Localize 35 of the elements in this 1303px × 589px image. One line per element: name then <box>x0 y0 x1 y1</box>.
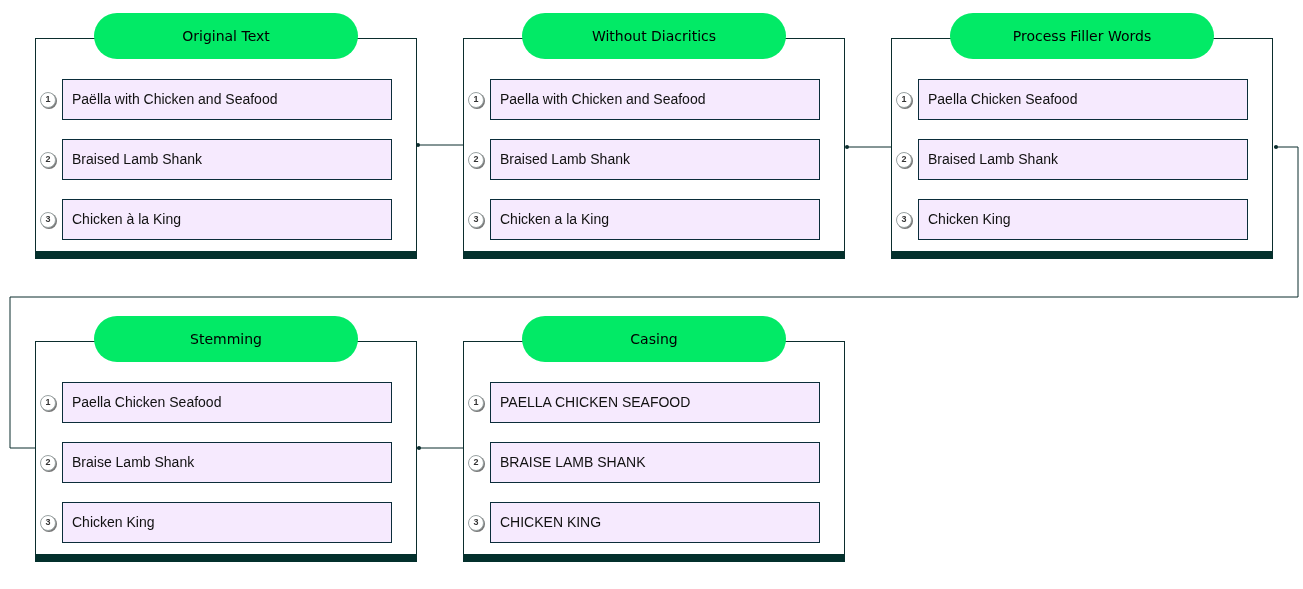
text-entry: Chicken King <box>918 199 1248 240</box>
text-entry: Paëlla with Chicken and Seafood <box>62 79 392 120</box>
number-badge: 1 <box>40 394 56 411</box>
number-badge: 3 <box>468 211 484 228</box>
stage-title: Original Text <box>94 13 358 59</box>
number-badge: 2 <box>896 151 912 168</box>
number-badge: 3 <box>40 514 56 531</box>
text-entry: Paella with Chicken and Seafood <box>490 79 820 120</box>
number-badge: 2 <box>468 151 484 168</box>
number-badge: 3 <box>468 514 484 531</box>
text-entry: Chicken a la King <box>490 199 820 240</box>
stage-title: Stemming <box>94 316 358 362</box>
text-entry: Braised Lamb Shank <box>62 139 392 180</box>
number-badge: 2 <box>40 151 56 168</box>
text-entry: Paella Chicken Seafood <box>62 382 392 423</box>
text-entry: CHICKEN KING <box>490 502 820 543</box>
number-badge: 2 <box>468 454 484 471</box>
text-entry: Braised Lamb Shank <box>918 139 1248 180</box>
text-entry: Chicken à la King <box>62 199 392 240</box>
stage-title: Casing <box>522 316 786 362</box>
number-badge: 1 <box>896 91 912 108</box>
stage-title: Without Diacritics <box>522 13 786 59</box>
number-badge: 3 <box>896 211 912 228</box>
text-entry: Braise Lamb Shank <box>62 442 392 483</box>
text-entry: Braised Lamb Shank <box>490 139 820 180</box>
stage-title: Process Filler Words <box>950 13 1214 59</box>
text-entry: BRAISE LAMB SHANK <box>490 442 820 483</box>
text-entry: Paella Chicken Seafood <box>918 79 1248 120</box>
number-badge: 1 <box>468 394 484 411</box>
number-badge: 1 <box>40 91 56 108</box>
text-entry: PAELLA CHICKEN SEAFOOD <box>490 382 820 423</box>
text-entry: Chicken King <box>62 502 392 543</box>
number-badge: 3 <box>40 211 56 228</box>
number-badge: 1 <box>468 91 484 108</box>
number-badge: 2 <box>40 454 56 471</box>
